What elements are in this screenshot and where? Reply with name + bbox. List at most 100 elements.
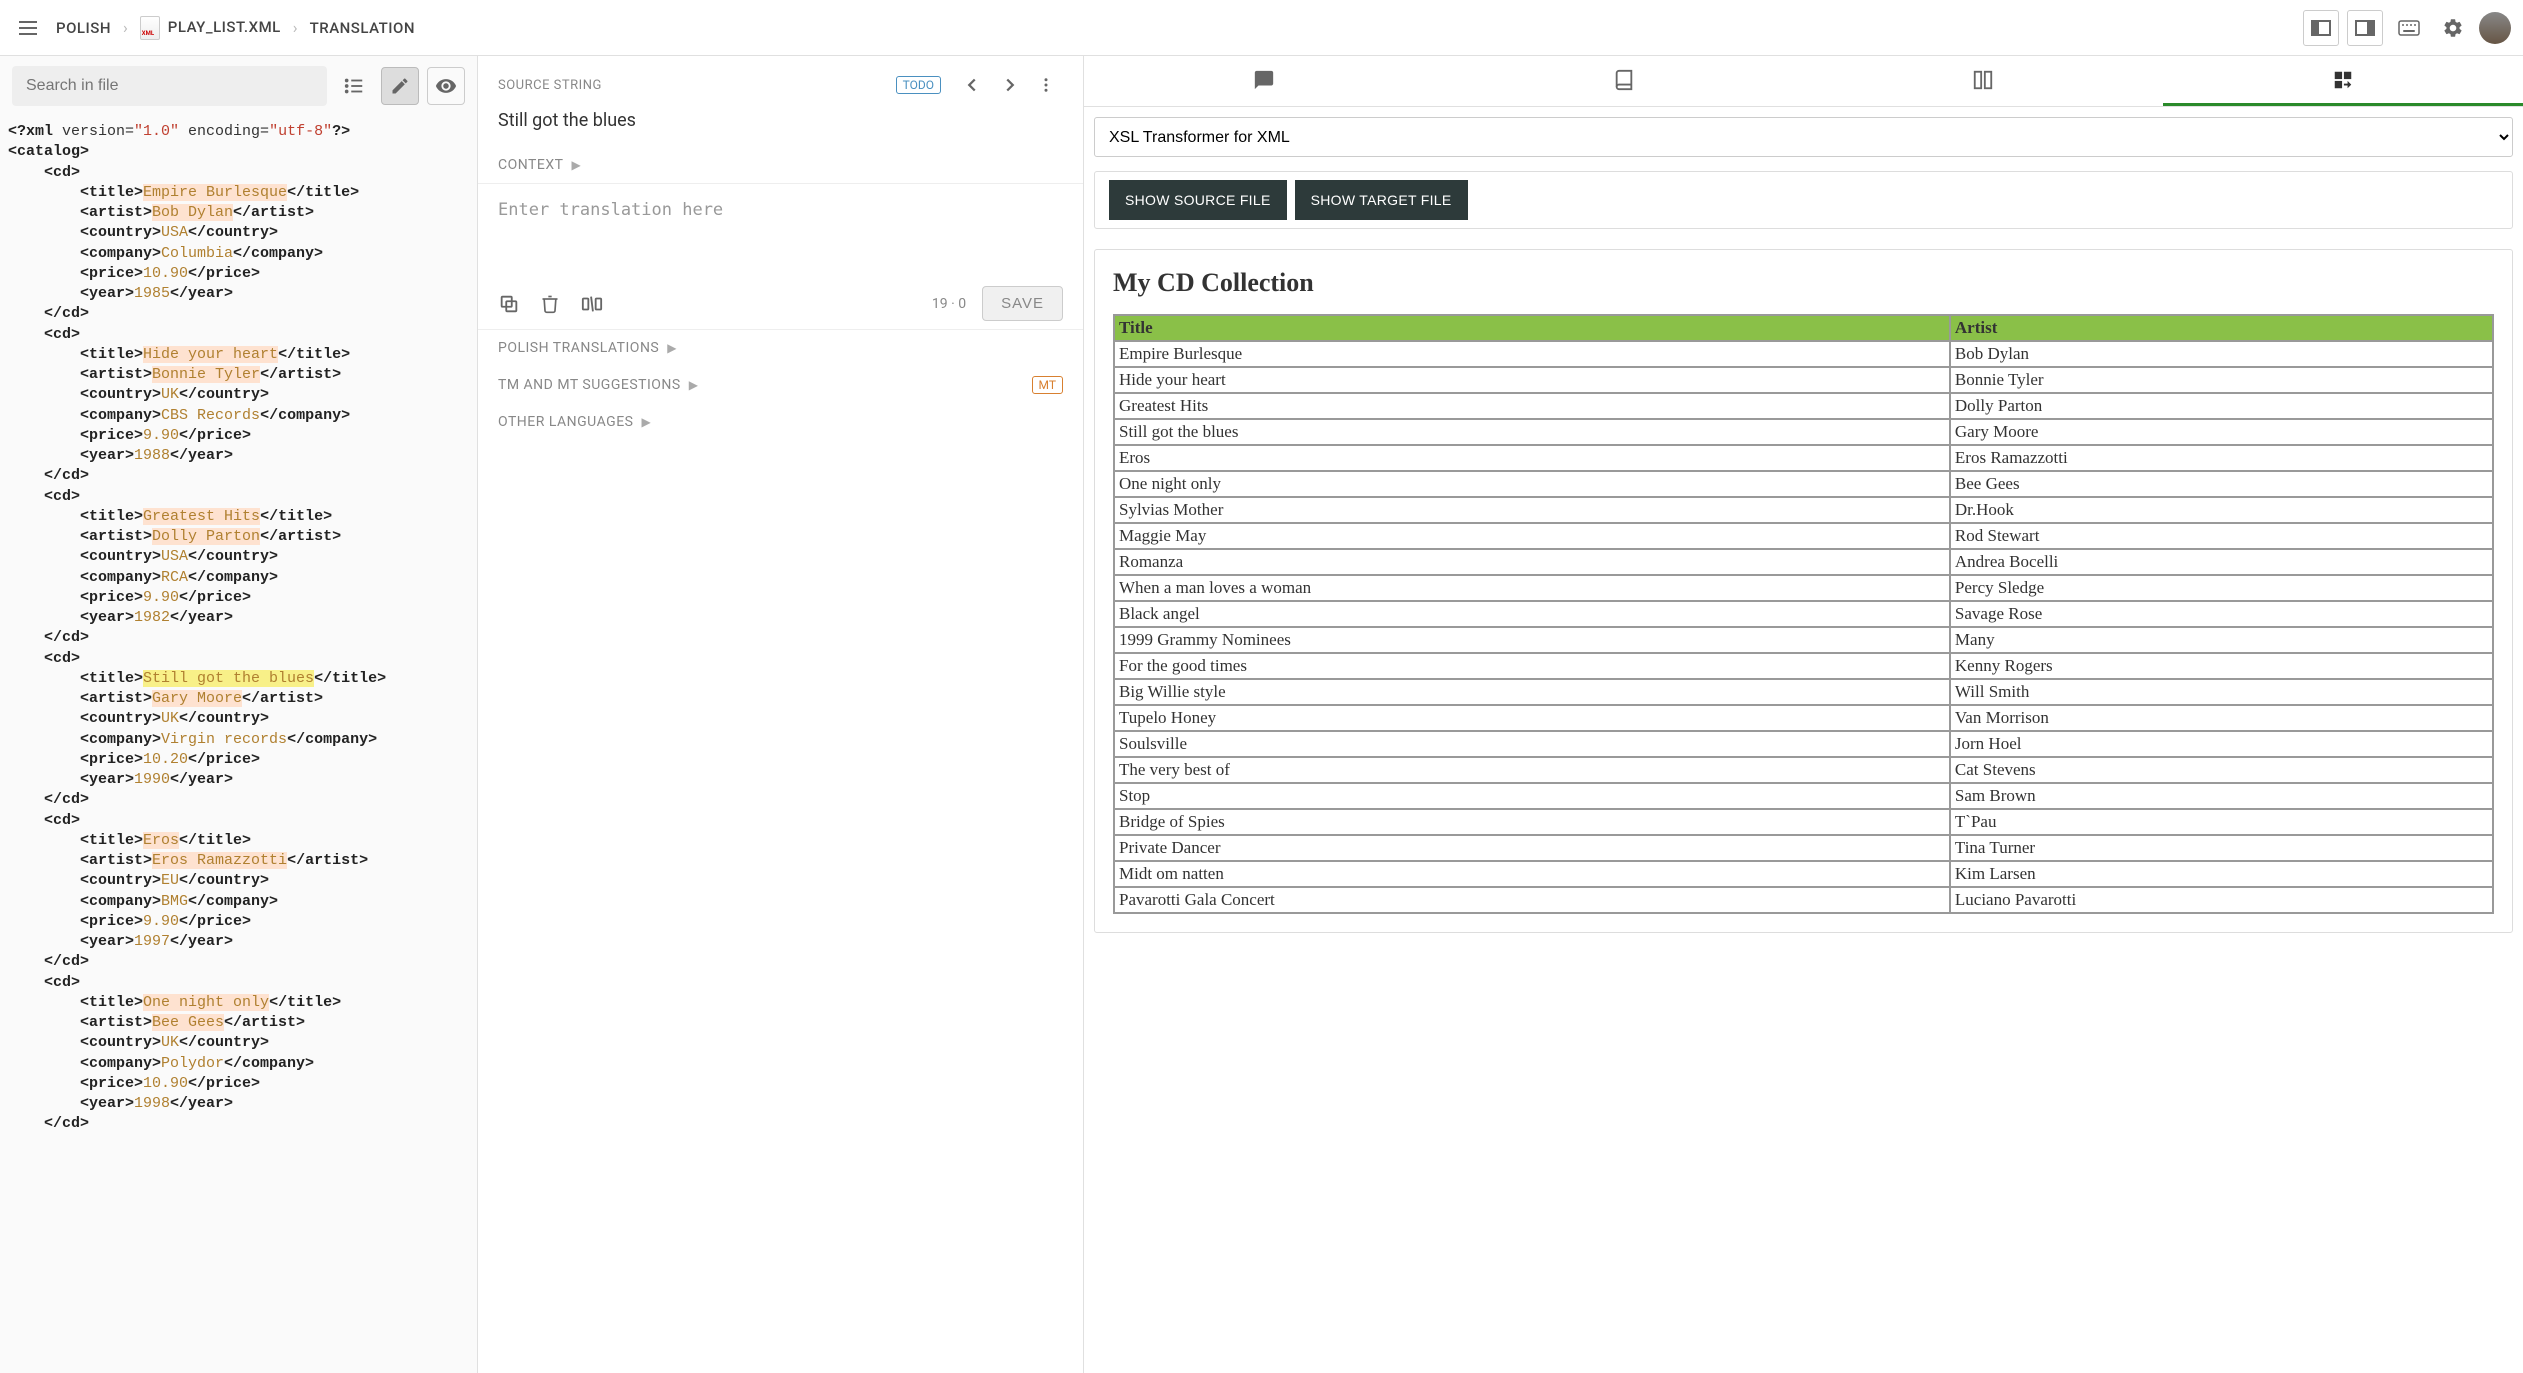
table-row: Pavarotti Gala ConcertLuciano Pavarotti <box>1114 887 2493 913</box>
cell-title: Hide your heart <box>1114 367 1950 393</box>
other-languages-section[interactable]: OTHER LANGUAGES ▶ <box>478 404 1083 440</box>
left-toolbar <box>0 56 477 116</box>
copy-source-button[interactable] <box>498 293 520 315</box>
cell-title: 1999 Grammy Nominees <box>1114 627 1950 653</box>
tm-suggestions-section[interactable]: TM AND MT SUGGESTIONS ▶ MT <box>478 366 1083 404</box>
cell-artist: Kenny Rogers <box>1950 653 2493 679</box>
more-menu-button[interactable] <box>1029 72 1063 98</box>
layout-split-right-button[interactable] <box>2347 10 2383 46</box>
transformer-select[interactable]: XSL Transformer for XML <box>1094 117 2513 157</box>
topbar-right <box>2303 10 2511 46</box>
insert-tag-button[interactable] <box>580 293 604 315</box>
cell-artist: Bee Gees <box>1950 471 2493 497</box>
cell-title: Black angel <box>1114 601 1950 627</box>
table-row: Big Willie styleWill Smith <box>1114 679 2493 705</box>
preview-pane: My CD Collection Title Artist Empire Bur… <box>1094 249 2513 933</box>
table-row: Bridge of SpiesT`Pau <box>1114 809 2493 835</box>
file-buttons: SHOW SOURCE FILE SHOW TARGET FILE <box>1094 171 2513 229</box>
mt-badge: MT <box>1032 376 1063 394</box>
breadcrumb-sep: › <box>293 18 298 37</box>
cell-artist: Van Morrison <box>1950 705 2493 731</box>
tm-label: TM AND MT SUGGESTIONS <box>498 377 681 393</box>
polish-translations-section[interactable]: POLISH TRANSLATIONS ▶ <box>478 330 1083 366</box>
show-source-file-button[interactable]: SHOW SOURCE FILE <box>1109 180 1287 220</box>
cell-title: Romanza <box>1114 549 1950 575</box>
cell-artist: Percy Sledge <box>1950 575 2493 601</box>
cell-artist: Rod Stewart <box>1950 523 2493 549</box>
context-label: CONTEXT <box>498 157 563 173</box>
table-row: For the good timesKenny Rogers <box>1114 653 2493 679</box>
other-label: OTHER LANGUAGES <box>498 414 633 430</box>
prev-string-button[interactable] <box>953 70 991 100</box>
cell-title: Still got the blues <box>1114 419 1950 445</box>
list-view-button[interactable] <box>335 67 373 105</box>
table-row: When a man loves a womanPercy Sledge <box>1114 575 2493 601</box>
delete-button[interactable] <box>540 293 560 315</box>
cell-title: Maggie May <box>1114 523 1950 549</box>
middle-panel: SOURCE STRING TODO Still got the blues C… <box>478 56 1084 1373</box>
menu-button[interactable] <box>12 12 44 44</box>
cell-title: Empire Burlesque <box>1114 341 1950 367</box>
xml-file-icon <box>140 16 160 40</box>
left-panel: <?xml version="1.0" encoding="utf-8"?> <… <box>0 56 478 1373</box>
breadcrumb-sep: › <box>123 18 128 37</box>
table-row: ErosEros Ramazzotti <box>1114 445 2493 471</box>
table-row: Still got the bluesGary Moore <box>1114 419 2493 445</box>
status-badge: TODO <box>896 76 941 94</box>
next-string-button[interactable] <box>991 70 1029 100</box>
th-artist: Artist <box>1950 315 2493 341</box>
table-row: Hide your heartBonnie Tyler <box>1114 367 2493 393</box>
settings-button[interactable] <box>2435 10 2471 46</box>
cell-title: Stop <box>1114 783 1950 809</box>
keyboard-button[interactable] <box>2391 10 2427 46</box>
context-section[interactable]: CONTEXT ▶ <box>478 147 1083 183</box>
cell-artist: Will Smith <box>1950 679 2493 705</box>
cell-artist: Eros Ramazzotti <box>1950 445 2493 471</box>
cell-artist: Savage Rose <box>1950 601 2493 627</box>
caret-icon: ▶ <box>689 378 698 392</box>
cell-artist: Dolly Parton <box>1950 393 2493 419</box>
top-bar: POLISH › PLAY_LIST.XML › TRANSLATION <box>0 0 2523 56</box>
main: <?xml version="1.0" encoding="utf-8"?> <… <box>0 56 2523 1373</box>
layout-split-left-button[interactable] <box>2303 10 2339 46</box>
cell-title: Private Dancer <box>1114 835 1950 861</box>
xml-source-view[interactable]: <?xml version="1.0" encoding="utf-8"?> <… <box>0 116 477 1373</box>
breadcrumb: POLISH › PLAY_LIST.XML › TRANSLATION <box>56 16 415 40</box>
show-target-file-button[interactable]: SHOW TARGET FILE <box>1295 180 1468 220</box>
translation-input[interactable] <box>478 184 1083 274</box>
table-row: The very best ofCat Stevens <box>1114 757 2493 783</box>
preview-mode-button[interactable] <box>427 67 465 105</box>
breadcrumb-file-wrap[interactable]: PLAY_LIST.XML <box>140 16 281 40</box>
cell-title: Bridge of Spies <box>1114 809 1950 835</box>
search-input[interactable] <box>12 66 327 106</box>
save-button[interactable]: SAVE <box>982 286 1063 321</box>
cell-artist: Andrea Bocelli <box>1950 549 2493 575</box>
cell-artist: Bonnie Tyler <box>1950 367 2493 393</box>
tab-history[interactable] <box>1804 56 2164 106</box>
cell-title: When a man loves a woman <box>1114 575 1950 601</box>
table-row: 1999 Grammy NomineesMany <box>1114 627 2493 653</box>
translation-toolbar: 19 · 0 SAVE <box>478 278 1083 329</box>
breadcrumb-lang[interactable]: POLISH <box>56 19 111 37</box>
source-header: SOURCE STRING TODO <box>478 56 1083 100</box>
tab-comments[interactable] <box>1084 56 1444 106</box>
user-avatar[interactable] <box>2479 12 2511 44</box>
breadcrumb-file: PLAY_LIST.XML <box>168 18 281 36</box>
table-row: Greatest HitsDolly Parton <box>1114 393 2493 419</box>
tab-preview[interactable] <box>2163 56 2523 106</box>
tab-glossary[interactable] <box>1444 56 1804 106</box>
table-row: Tupelo HoneyVan Morrison <box>1114 705 2493 731</box>
table-row: Sylvias MotherDr.Hook <box>1114 497 2493 523</box>
table-row: One night onlyBee Gees <box>1114 471 2493 497</box>
cell-title: Greatest Hits <box>1114 393 1950 419</box>
table-row: SoulsvilleJorn Hoel <box>1114 731 2493 757</box>
cell-artist: Dr.Hook <box>1950 497 2493 523</box>
translation-area: 19 · 0 SAVE <box>478 183 1083 330</box>
preview-table: Title Artist Empire BurlesqueBob DylanHi… <box>1113 314 2494 914</box>
table-row: Private DancerTina Turner <box>1114 835 2493 861</box>
breadcrumb-section[interactable]: TRANSLATION <box>310 19 415 37</box>
edit-mode-button[interactable] <box>381 67 419 105</box>
table-row: RomanzaAndrea Bocelli <box>1114 549 2493 575</box>
caret-icon: ▶ <box>641 415 650 429</box>
cell-artist: Bob Dylan <box>1950 341 2493 367</box>
